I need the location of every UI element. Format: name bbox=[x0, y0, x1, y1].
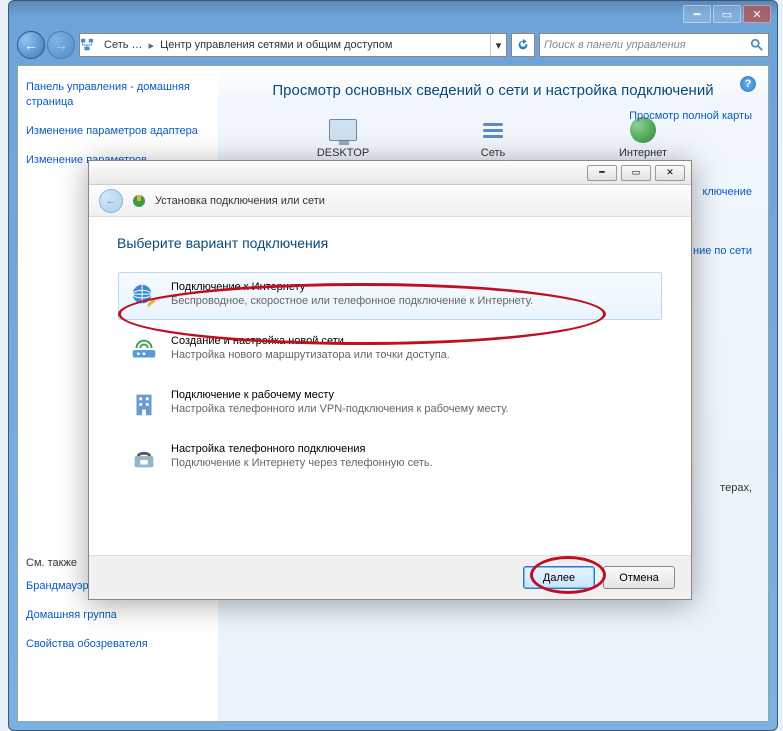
title-bar: ━ ▭ ✕ bbox=[9, 1, 777, 27]
option-desc: Беспроводное, скоростное или телефонное … bbox=[171, 295, 651, 307]
sidebar-link-adapter[interactable]: Изменение параметров адаптера bbox=[26, 124, 210, 139]
dialog-back-button[interactable]: ← bbox=[99, 189, 123, 213]
breadcrumb[interactable]: Сеть … ▸ Центр управления сетями и общим… bbox=[79, 33, 507, 57]
breadcrumb-dropdown[interactable]: ▾ bbox=[490, 34, 506, 56]
bg-link-fragment-2: ние по сети bbox=[693, 244, 752, 258]
dialog-subtitle: Выберите вариант подключения bbox=[117, 235, 663, 251]
wizard-icon bbox=[131, 193, 147, 209]
option-internet[interactable]: Подключение к Интернету Беспроводное, ск… bbox=[118, 272, 662, 320]
search-placeholder: Поиск в панели управления bbox=[544, 39, 750, 51]
option-desc: Настройка телефонного или VPN-подключени… bbox=[171, 403, 651, 415]
bg-link-fragment-1: ключение bbox=[702, 186, 752, 198]
phone-icon bbox=[129, 443, 159, 473]
maximize-button[interactable]: ▭ bbox=[713, 5, 741, 23]
nav-forward-button[interactable]: → bbox=[47, 31, 75, 59]
dialog-header-label: Установка подключения или сети bbox=[155, 195, 325, 207]
cancel-button[interactable]: Отмена bbox=[603, 566, 675, 589]
option-new-network[interactable]: Создание и настройка новой сети Настройк… bbox=[118, 326, 662, 374]
option-title: Подключение к рабочему месту bbox=[171, 389, 651, 401]
connection-options: Подключение к Интернету Беспроводное, ск… bbox=[117, 271, 663, 489]
nav-back-button[interactable]: ← bbox=[17, 31, 45, 59]
minimize-button[interactable]: ━ bbox=[683, 5, 711, 23]
option-desc: Настройка нового маршрутизатора или точк… bbox=[171, 349, 651, 361]
close-button[interactable]: ✕ bbox=[743, 5, 771, 23]
option-desc: Подключение к Интернету через телефонную… bbox=[171, 457, 651, 469]
see-also-browser-props[interactable]: Свойства обозревателя bbox=[26, 637, 210, 652]
dialog-header: ← Установка подключения или сети bbox=[89, 185, 691, 217]
chevron-right-icon: ▸ bbox=[147, 39, 157, 52]
dialog-close-button[interactable]: ✕ bbox=[655, 165, 685, 181]
dialog-minimize-button[interactable]: ━ bbox=[587, 165, 617, 181]
page-title: Просмотр основных сведений о сети и наст… bbox=[254, 82, 732, 99]
address-bar: ← → Сеть … ▸ Центр управления сетями и о… bbox=[17, 29, 769, 61]
dialog-body: Выберите вариант подключения Подключение… bbox=[89, 217, 691, 507]
network-icon bbox=[80, 38, 100, 52]
see-also-homegroup[interactable]: Домашняя группа bbox=[26, 608, 210, 623]
refresh-button[interactable] bbox=[511, 33, 535, 57]
node-network: Сеть bbox=[448, 113, 538, 159]
breadcrumb-root[interactable]: Сеть … bbox=[100, 34, 147, 56]
option-dialup[interactable]: Настройка телефонного подключения Подклю… bbox=[118, 434, 662, 482]
router-icon bbox=[129, 335, 159, 365]
internet-connection-icon bbox=[129, 281, 159, 311]
breadcrumb-current[interactable]: Центр управления сетями и общим доступом bbox=[156, 34, 396, 56]
full-map-link[interactable]: Просмотр полной карты bbox=[629, 110, 752, 122]
option-title: Подключение к Интернету bbox=[171, 281, 651, 293]
option-workplace[interactable]: Подключение к рабочему месту Настройка т… bbox=[118, 380, 662, 428]
node-desktop: DESKTOP bbox=[298, 113, 388, 159]
dialog-title-bar: ━ ▭ ✕ bbox=[89, 161, 691, 185]
monitor-icon bbox=[329, 119, 357, 141]
option-title: Создание и настройка новой сети bbox=[171, 335, 651, 347]
dialog-footer: Далее Отмена bbox=[89, 555, 691, 599]
dialog-maximize-button[interactable]: ▭ bbox=[621, 165, 651, 181]
building-icon bbox=[129, 389, 159, 419]
help-icon[interactable]: ? bbox=[740, 76, 756, 92]
sidebar-link-home[interactable]: Панель управления - домашняя страница bbox=[26, 80, 210, 110]
search-input[interactable]: Поиск в панели управления bbox=[539, 33, 769, 57]
connection-wizard-dialog: ━ ▭ ✕ ← Установка подключения или сети В… bbox=[88, 160, 692, 600]
option-title: Настройка телефонного подключения bbox=[171, 443, 651, 455]
network-lines-icon bbox=[479, 119, 507, 141]
bg-link-fragment-3: терах, bbox=[720, 482, 752, 494]
next-button[interactable]: Далее bbox=[523, 566, 595, 589]
search-icon bbox=[750, 38, 764, 52]
